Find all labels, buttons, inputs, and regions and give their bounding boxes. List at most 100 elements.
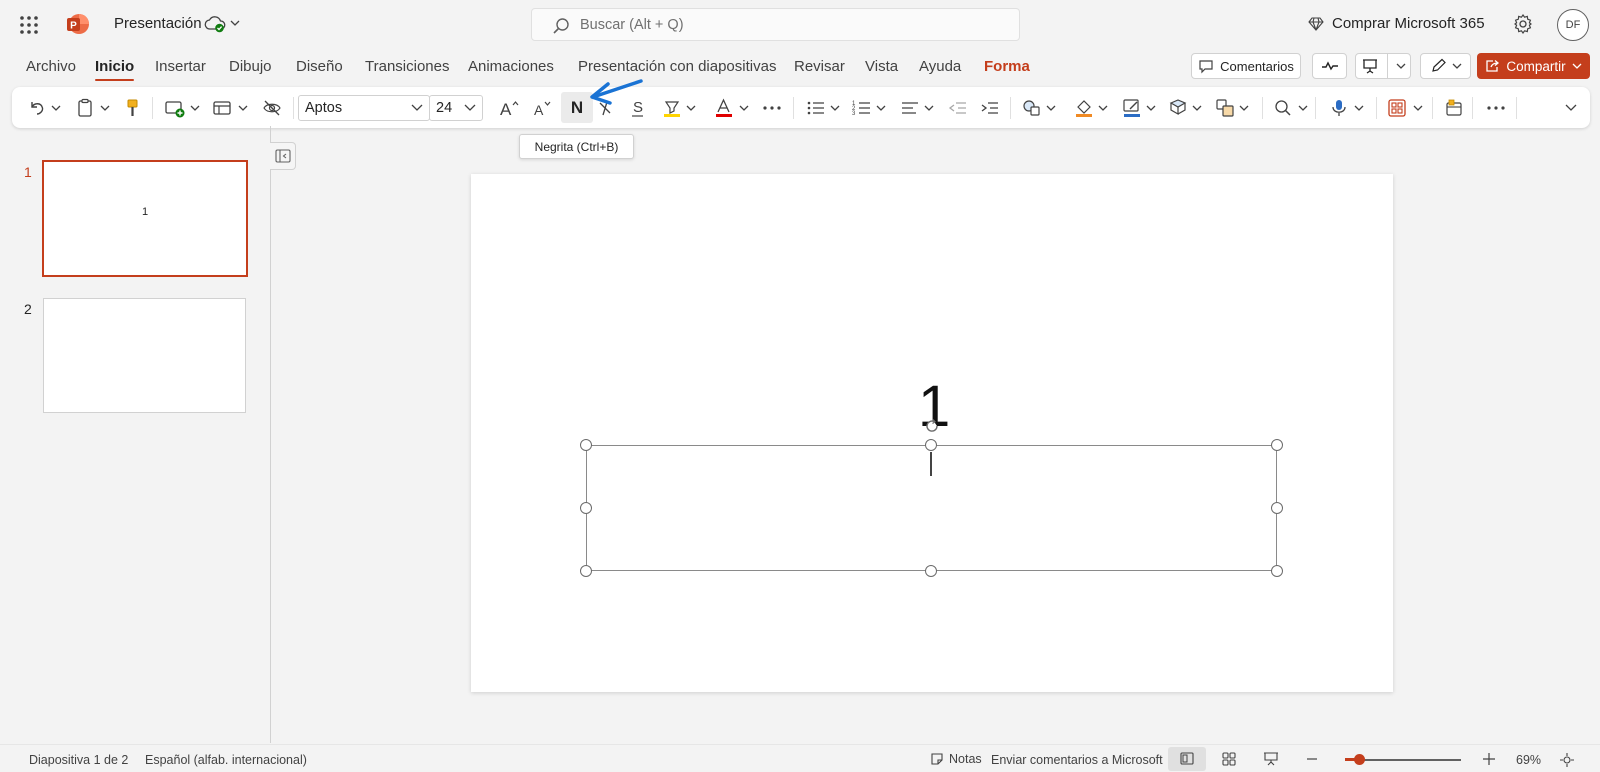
search-box[interactable] — [531, 8, 1020, 41]
chevron-down-icon[interactable] — [238, 104, 248, 112]
resize-handle[interactable] — [580, 439, 592, 451]
language-status[interactable]: Español (alfab. internacional) — [145, 753, 307, 767]
add-ins-button[interactable] — [1444, 87, 1464, 128]
gear-icon[interactable] — [1512, 13, 1534, 35]
chevron-down-icon[interactable] — [1413, 104, 1423, 112]
text-box[interactable] — [586, 445, 1277, 571]
present-button[interactable] — [1355, 53, 1411, 79]
tab-insertar[interactable]: Insertar — [155, 58, 206, 75]
chevron-down-icon[interactable] — [876, 104, 886, 112]
user-avatar[interactable]: DF — [1557, 9, 1589, 41]
layout-button[interactable] — [212, 87, 248, 128]
more-options-button[interactable] — [1486, 87, 1506, 128]
catch-up-button[interactable] — [1312, 53, 1347, 79]
tab-ayuda[interactable]: Ayuda — [919, 58, 961, 75]
paste-button[interactable] — [76, 87, 110, 128]
tab-transiciones[interactable]: Transiciones — [365, 58, 449, 75]
font-size-select[interactable]: 24 — [429, 95, 483, 121]
fit-to-window-button[interactable] — [1559, 752, 1575, 768]
chevron-down-icon[interactable] — [51, 104, 61, 112]
arrange-button[interactable] — [1215, 87, 1249, 128]
feedback-link[interactable]: Enviar comentarios a Microsoft — [991, 753, 1163, 767]
chevron-down-icon[interactable] — [1354, 104, 1364, 112]
highlight-color-button[interactable] — [662, 87, 696, 128]
normal-view-button[interactable] — [1168, 747, 1206, 771]
decrease-indent-button[interactable] — [948, 87, 968, 128]
tab-animaciones[interactable]: Animaciones — [468, 58, 554, 75]
bullets-button[interactable] — [806, 87, 840, 128]
resize-handle[interactable] — [1271, 565, 1283, 577]
zoom-in-button[interactable] — [1482, 752, 1496, 766]
chevron-down-icon[interactable] — [190, 104, 200, 112]
slide-sorter-button[interactable] — [1222, 752, 1236, 766]
chevron-down-icon[interactable] — [924, 104, 934, 112]
font-color-button[interactable] — [715, 87, 749, 128]
find-button[interactable] — [1274, 87, 1308, 128]
tab-revisar[interactable]: Revisar — [794, 58, 845, 75]
tab-vista[interactable]: Vista — [865, 58, 898, 75]
shape-effects-button[interactable] — [1168, 87, 1202, 128]
resize-handle[interactable] — [925, 439, 937, 451]
notes-label: Notas — [949, 752, 982, 766]
cloud-saved-icon[interactable] — [204, 14, 226, 34]
shape-outline-button[interactable] — [1122, 87, 1156, 128]
font-name-select[interactable]: Aptos — [298, 95, 430, 121]
chevron-down-icon[interactable] — [739, 104, 749, 112]
tab-inicio[interactable]: Inicio — [95, 58, 135, 81]
resize-handle[interactable] — [580, 565, 592, 577]
zoom-out-button[interactable] — [1306, 754, 1318, 764]
zoom-slider-thumb[interactable] — [1354, 754, 1365, 765]
align-button[interactable] — [900, 87, 934, 128]
new-slide-button[interactable] — [164, 87, 200, 128]
more-font-options-button[interactable] — [762, 87, 782, 128]
dictate-button[interactable] — [1330, 87, 1364, 128]
numbering-button[interactable]: 1 2 3 — [852, 87, 886, 128]
expand-ribbon-button[interactable] — [1565, 87, 1577, 128]
chevron-down-icon[interactable] — [100, 104, 110, 112]
chevron-down-icon[interactable] — [1239, 104, 1249, 112]
resize-handle[interactable] — [925, 565, 937, 577]
zoom-slider-track[interactable] — [1358, 759, 1461, 761]
hide-slide-button[interactable] — [262, 87, 282, 128]
slide-thumbnail-1[interactable]: 1 — [42, 160, 248, 277]
document-title[interactable]: Presentación — [114, 15, 202, 32]
chevron-down-icon[interactable] — [686, 104, 696, 112]
pane-divider[interactable] — [270, 126, 271, 743]
buy-microsoft-365-link[interactable]: Comprar Microsoft 365 — [1308, 15, 1485, 32]
shapes-button[interactable] — [1022, 87, 1056, 128]
chevron-down-icon[interactable] — [230, 19, 240, 27]
increase-font-size-button[interactable]: A — [498, 87, 520, 128]
editing-mode-button[interactable] — [1420, 53, 1471, 79]
slide-thumbnail-2[interactable] — [43, 298, 246, 413]
tab-diseno[interactable]: Diseño — [296, 58, 343, 75]
resize-handle[interactable] — [1271, 439, 1283, 451]
chevron-down-icon[interactable] — [1046, 104, 1056, 112]
undo-button[interactable] — [27, 87, 61, 128]
search-input[interactable] — [578, 15, 998, 35]
tab-dibujo[interactable]: Dibujo — [229, 58, 272, 75]
resize-handle[interactable] — [1271, 502, 1283, 514]
designer-button[interactable] — [1387, 87, 1423, 128]
shape-fill-button[interactable] — [1074, 87, 1108, 128]
chevron-down-icon[interactable] — [1098, 104, 1108, 112]
share-button[interactable]: Compartir — [1477, 53, 1590, 79]
zoom-level[interactable]: 69% — [1516, 753, 1541, 767]
chevron-down-icon[interactable] — [830, 104, 840, 112]
chevron-down-icon[interactable] — [1192, 104, 1202, 112]
tab-forma[interactable]: Forma — [984, 58, 1030, 75]
collapse-pane-button[interactable] — [270, 142, 296, 170]
rotate-handle-icon[interactable] — [924, 418, 940, 434]
format-painter-button[interactable] — [125, 87, 141, 128]
chevron-down-icon[interactable] — [1396, 62, 1406, 70]
app-launcher-icon[interactable] — [18, 14, 40, 36]
resize-handle[interactable] — [580, 502, 592, 514]
reading-view-button[interactable] — [1263, 752, 1279, 766]
chevron-down-icon[interactable] — [1146, 104, 1156, 112]
notes-button[interactable]: Notas — [930, 752, 982, 766]
chevron-down-icon[interactable] — [1298, 104, 1308, 112]
comments-button[interactable]: Comentarios — [1191, 53, 1301, 79]
increase-indent-button[interactable] — [980, 87, 1000, 128]
tab-presentacion-con-diapositivas[interactable]: Presentación con diapositivas — [578, 58, 776, 75]
tab-archivo[interactable]: Archivo — [26, 58, 76, 75]
decrease-font-size-button[interactable]: A — [532, 87, 554, 128]
